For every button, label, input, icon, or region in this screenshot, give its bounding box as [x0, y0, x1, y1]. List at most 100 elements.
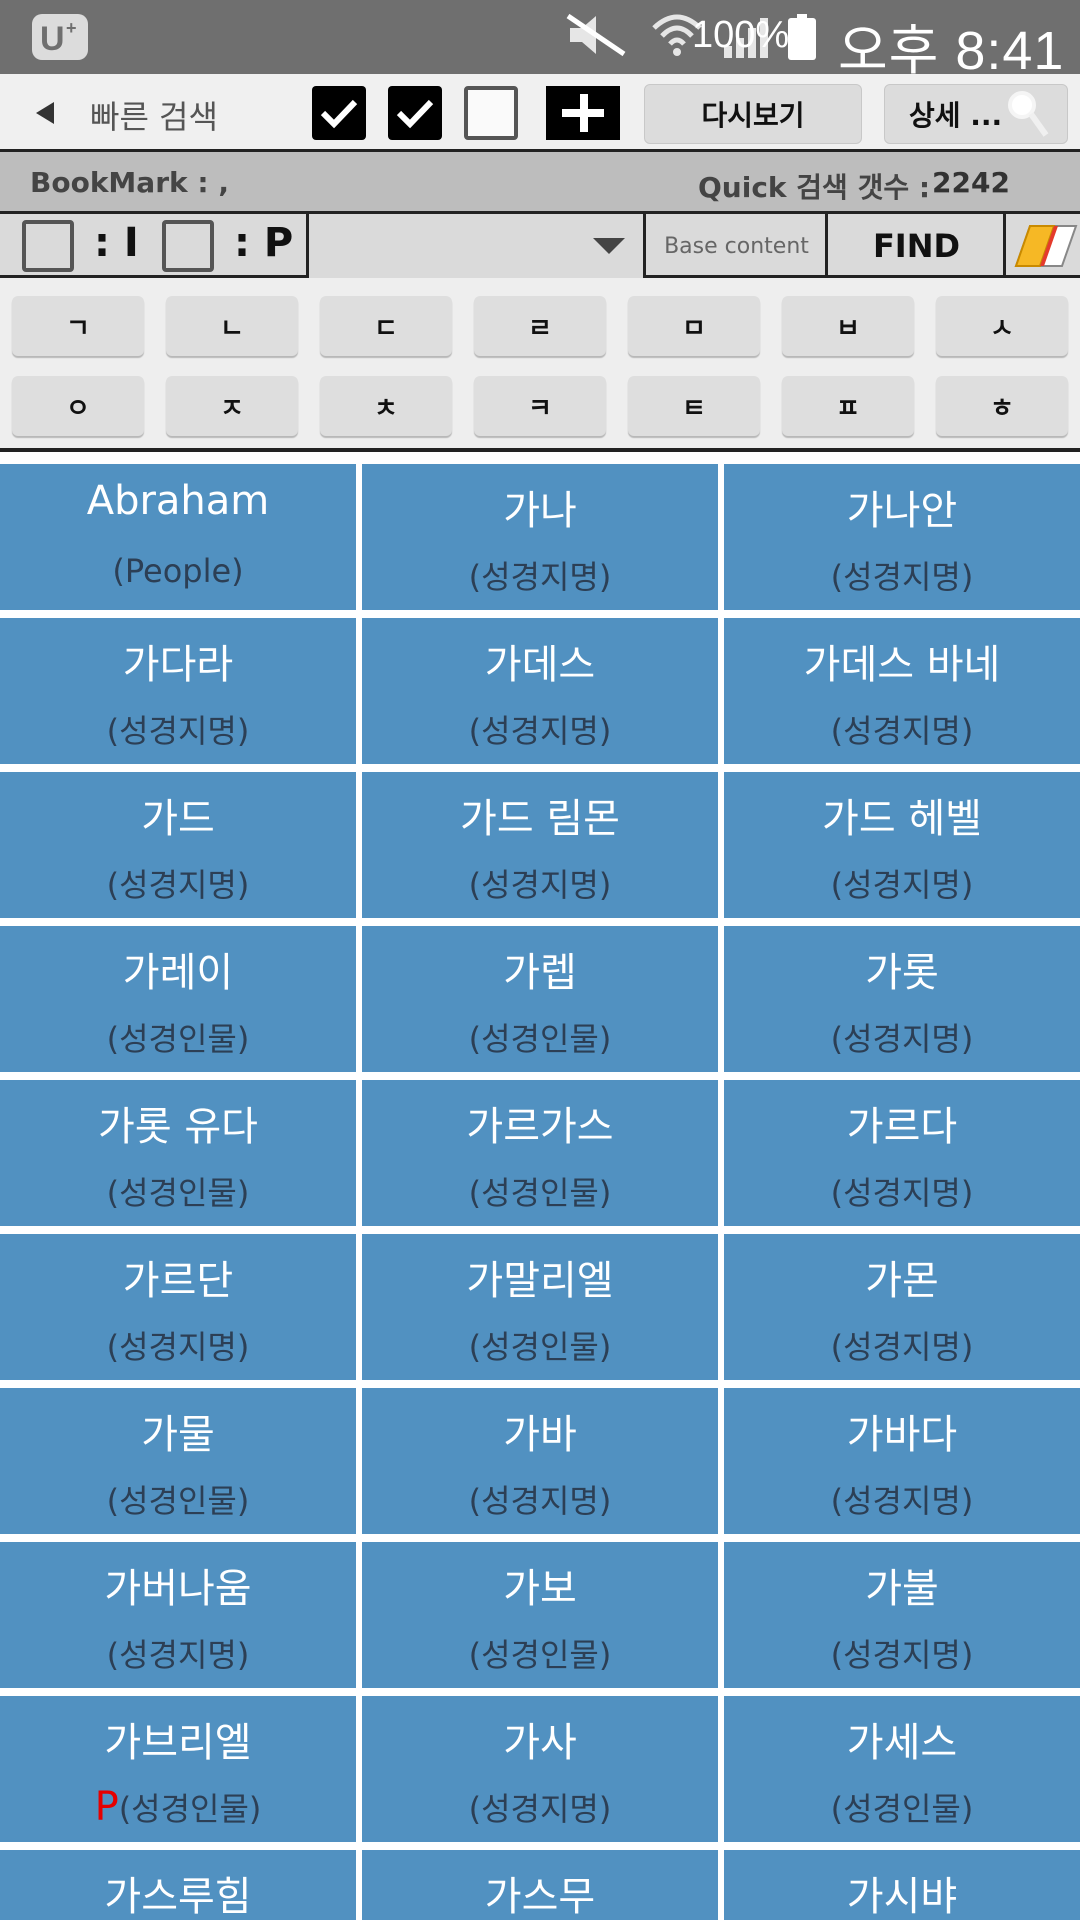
entry-tile[interactable]: 가롯 (성경지명): [724, 926, 1080, 1072]
entry-category: (성경지명): [362, 1784, 718, 1830]
consonant-key[interactable]: ㅊ: [320, 376, 452, 436]
filter-p-label: : P: [234, 220, 294, 266]
entry-tile[interactable]: 가데스 바네 (성경지명): [724, 618, 1080, 764]
entry-tile[interactable]: 가스루힘: [0, 1850, 356, 1920]
entry-name: 가드 헤벨: [822, 796, 982, 842]
entry-tile[interactable]: 가바다 (성경지명): [724, 1388, 1080, 1534]
category-dropdown[interactable]: [306, 214, 646, 278]
entry-tile[interactable]: 가드 (성경지명): [0, 772, 356, 918]
filter-p-checkbox[interactable]: [162, 220, 214, 272]
entry-tile[interactable]: 가브리엘 P(성경인물): [0, 1696, 356, 1842]
entry-name: 가브리엘: [104, 1720, 252, 1766]
consonant-key[interactable]: ㄱ: [12, 296, 144, 356]
consonant-key[interactable]: ㅅ: [936, 296, 1068, 356]
entry-category: (성경지명): [0, 706, 356, 752]
replay-button[interactable]: 다시보기: [644, 84, 862, 144]
entry-tile[interactable]: 가드 헤벨 (성경지명): [724, 772, 1080, 918]
consonant-key[interactable]: ㅍ: [782, 376, 914, 436]
entry-tile[interactable]: 가세스 (성경인물): [724, 1696, 1080, 1842]
entry-name: 가드: [141, 796, 215, 842]
find-button[interactable]: FIND: [830, 214, 1006, 278]
entry-tile[interactable]: 가르가스 (성경인물): [362, 1080, 718, 1226]
consonant-key[interactable]: ㄹ: [474, 296, 606, 356]
entry-category-text: (성경지명): [830, 866, 974, 904]
consonant-key[interactable]: ㅇ: [12, 376, 144, 436]
detail-search-button[interactable]: 상세 ...: [884, 84, 1068, 144]
toggle-checkbox-1[interactable]: [312, 86, 366, 140]
entry-name: 가나안: [846, 488, 958, 534]
consonant-key[interactable]: ㅁ: [628, 296, 760, 356]
entry-tile[interactable]: 가다라 (성경지명): [0, 618, 356, 764]
detail-search-label: 상세 ...: [909, 99, 1003, 132]
entry-category-text: (성경인물): [468, 1636, 612, 1674]
entry-category-text: (성경지명): [830, 712, 974, 750]
app-root: U + 100% 오후 8:41 빠른 검색 다시보기 상세 ... BookM…: [0, 0, 1080, 1920]
entry-category: (성경지명): [724, 552, 1080, 598]
filter-bar: : I : P Base content FIND: [0, 214, 1080, 278]
entry-category-text: (성경인물): [830, 1790, 974, 1828]
entry-name: 가렙: [503, 950, 577, 996]
back-arrow-icon[interactable]: [36, 102, 54, 124]
add-button[interactable]: [546, 86, 620, 140]
entry-category: (성경지명): [362, 552, 718, 598]
entry-tile[interactable]: 가보 (성경인물): [362, 1542, 718, 1688]
entry-tile[interactable]: 가롯 유다 (성경인물): [0, 1080, 356, 1226]
checkmark-icon: [396, 99, 434, 129]
entry-name: 가데스: [484, 642, 596, 688]
entry-name: 가데스 바네: [803, 642, 1001, 688]
entry-category-text: (People): [112, 552, 244, 590]
entry-name: 가나: [503, 488, 577, 534]
consonant-key[interactable]: ㄷ: [320, 296, 452, 356]
entry-tile[interactable]: 가몬 (성경지명): [724, 1234, 1080, 1380]
consonant-key[interactable]: ㅌ: [628, 376, 760, 436]
entry-tile[interactable]: 가시뱌: [724, 1850, 1080, 1920]
toggle-checkbox-3[interactable]: [464, 86, 518, 140]
filter-i-checkbox[interactable]: [22, 220, 74, 272]
base-content-field[interactable]: Base content: [648, 214, 828, 278]
consonant-key[interactable]: ㄴ: [166, 296, 298, 356]
entry-category-text: (성경지명): [468, 558, 612, 596]
entry-category-text: (성경지명): [468, 712, 612, 750]
entry-tile[interactable]: 가렙 (성경인물): [362, 926, 718, 1072]
toggle-checkbox-2[interactable]: [388, 86, 442, 140]
entry-tile[interactable]: 가르단 (성경지명): [0, 1234, 356, 1380]
entry-category: (성경지명): [724, 706, 1080, 752]
entry-category: (성경인물): [0, 1014, 356, 1060]
entry-tile[interactable]: 가드 림몬 (성경지명): [362, 772, 718, 918]
svg-text:U: U: [40, 20, 65, 58]
entry-name: 가시뱌: [846, 1874, 958, 1920]
entry-category-text: (성경지명): [830, 1482, 974, 1520]
entry-tile[interactable]: 가바 (성경지명): [362, 1388, 718, 1534]
entry-category: (성경인물): [362, 1322, 718, 1368]
entry-name: 가롯 유다: [98, 1104, 258, 1150]
entry-tile[interactable]: 가르다 (성경지명): [724, 1080, 1080, 1226]
entry-tile[interactable]: 가나안 (성경지명): [724, 464, 1080, 610]
consonant-key[interactable]: ㅋ: [474, 376, 606, 436]
entry-tile[interactable]: 가말리엘 (성경인물): [362, 1234, 718, 1380]
entry-category-text: (성경지명): [830, 1328, 974, 1366]
entry-category-text: (성경인물): [106, 1020, 250, 1058]
entry-tile[interactable]: 가물 (성경인물): [0, 1388, 356, 1534]
entry-category-text: (성경인물): [106, 1174, 250, 1212]
entry-name: 가드 림몬: [460, 796, 620, 842]
entry-tile[interactable]: 가나 (성경지명): [362, 464, 718, 610]
consonant-key[interactable]: ㅎ: [936, 376, 1068, 436]
entry-tile[interactable]: 가데스 (성경지명): [362, 618, 718, 764]
entry-tile[interactable]: 가사 (성경지명): [362, 1696, 718, 1842]
entry-tile[interactable]: 가스무: [362, 1850, 718, 1920]
entry-tile[interactable]: Abraham (People): [0, 464, 356, 610]
consonant-key[interactable]: ㅈ: [166, 376, 298, 436]
entry-category-text: (성경지명): [830, 1174, 974, 1212]
entry-category-text: (성경지명): [468, 1482, 612, 1520]
entry-category-text: (성경인물): [468, 1020, 612, 1058]
entry-category: (성경지명): [0, 1322, 356, 1368]
entry-tile[interactable]: 가버나움 (성경지명): [0, 1542, 356, 1688]
eraser-icon[interactable]: [1010, 220, 1080, 272]
entry-tile[interactable]: 가레이 (성경인물): [0, 926, 356, 1072]
entry-name: 가말리엘: [466, 1258, 614, 1304]
entry-category: (성경지명): [724, 1168, 1080, 1214]
consonant-key[interactable]: ㅂ: [782, 296, 914, 356]
entry-tile[interactable]: 가불 (성경지명): [724, 1542, 1080, 1688]
entry-name: 가세스: [846, 1720, 958, 1766]
entry-category: (성경지명): [724, 1476, 1080, 1522]
